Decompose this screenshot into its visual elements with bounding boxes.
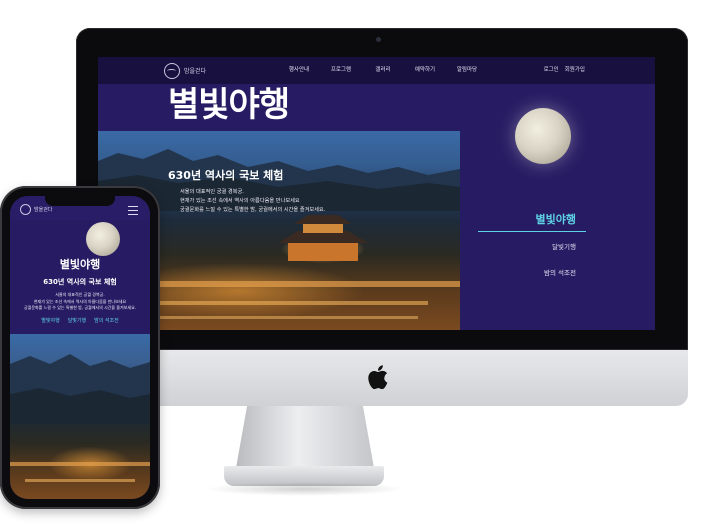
mobile-palace-photo (10, 334, 150, 499)
nav-item-notice[interactable]: 알림마당 (446, 57, 488, 84)
mobile-moon-image (86, 222, 120, 256)
auth-links: 로그인 회원가입 (544, 57, 585, 84)
moon-logo-icon (20, 204, 31, 215)
mobile-hero-description: 서울의 대표적인 궁궐 경복궁. 현재가 있는 조선 속에서 역사의 아름다움을… (18, 292, 142, 312)
side-item-starlight[interactable]: 별빛야행 (478, 209, 586, 232)
apple-logo-icon (368, 365, 388, 390)
nav-item-gallery[interactable]: 갤러리 (362, 57, 404, 84)
mobile-screen: 밤을걷다 별빛야행 630년 역사의 국보 체험 서울의 대표적인 궁궐 경복궁… (10, 196, 150, 499)
mobile-program-tabs: 별빛야행 달빛기행 밤의 석조전 (10, 317, 150, 324)
program-side-menu: 별빛야행 달빛기행 밤의 석조전 (478, 209, 586, 284)
nav-item-reservation[interactable]: 예약하기 (404, 57, 446, 84)
hamburger-menu-icon[interactable] (128, 206, 138, 215)
hero-desc-line: 현재가 있는 조선 속에서 역사의 아름다움을 만나보세요 (180, 198, 300, 204)
site-logo[interactable]: 밤을걷다 (164, 62, 207, 79)
full-moon-image (515, 108, 571, 164)
mobile-hero-title: 별빛야행 (59, 258, 101, 271)
mobile-mountains-silhouette (10, 354, 150, 482)
desktop-screen: 밤을걷다 행사안내 프로그램 갤러리 예약하기 알림마당 로그인 회원가입 별빛… (98, 57, 655, 330)
main-nav: 행사안내 프로그램 갤러리 예약하기 알림마당 (278, 57, 488, 84)
logo-text: 밤을걷다 (184, 68, 207, 75)
mobile-tab-moonlight[interactable]: 달빛기행 (68, 317, 86, 324)
camera-icon (376, 37, 381, 42)
phone-notch (45, 196, 115, 206)
login-link[interactable]: 로그인 (544, 57, 559, 84)
nav-item-program[interactable]: 프로그램 (320, 57, 362, 84)
stand-shadow (205, 482, 405, 496)
hero-desc-line: 궁궐문화를 느낄 수 있는 특별한 밤, 궁궐에서의 시간을 즐겨보세요. (180, 207, 326, 213)
hero-subtitle: 630년 역사의 국보 체험 (168, 169, 284, 182)
mobile-desc-line: 궁궐문화를 느낄 수 있는 특별한 밤, 궁궐에서의 시간을 즐겨보세요. (23, 305, 137, 310)
hero-description: 서울의 대표적인 궁궐 경복궁. 현재가 있는 조선 속에서 역사의 아름다움을… (180, 188, 330, 215)
mobile-logo-text: 밤을걷다 (34, 207, 53, 213)
mobile-tab-seokjojeon[interactable]: 밤의 석조전 (94, 317, 119, 324)
iphone-device: 밤을걷다 별빛야행 630년 역사의 국보 체험 서울의 대표적인 궁궐 경복궁… (0, 186, 160, 509)
mobile-hero-subtitle: 630년 역사의 국보 체험 (43, 278, 117, 286)
mobile-tab-starlight[interactable]: 별빛야행 (41, 317, 59, 324)
side-item-moonlight[interactable]: 달빛기행 (478, 232, 586, 258)
hero-desc-line: 서울의 대표적인 궁궐 경복궁. (180, 189, 244, 195)
mobile-site-logo[interactable]: 밤을걷다 (20, 204, 52, 215)
signup-link[interactable]: 회원가입 (565, 57, 585, 84)
imac-stand (236, 406, 374, 468)
hero-title: 별빛야행 (168, 85, 290, 125)
side-item-seokjojeon[interactable]: 밤의 석조전 (478, 258, 586, 284)
